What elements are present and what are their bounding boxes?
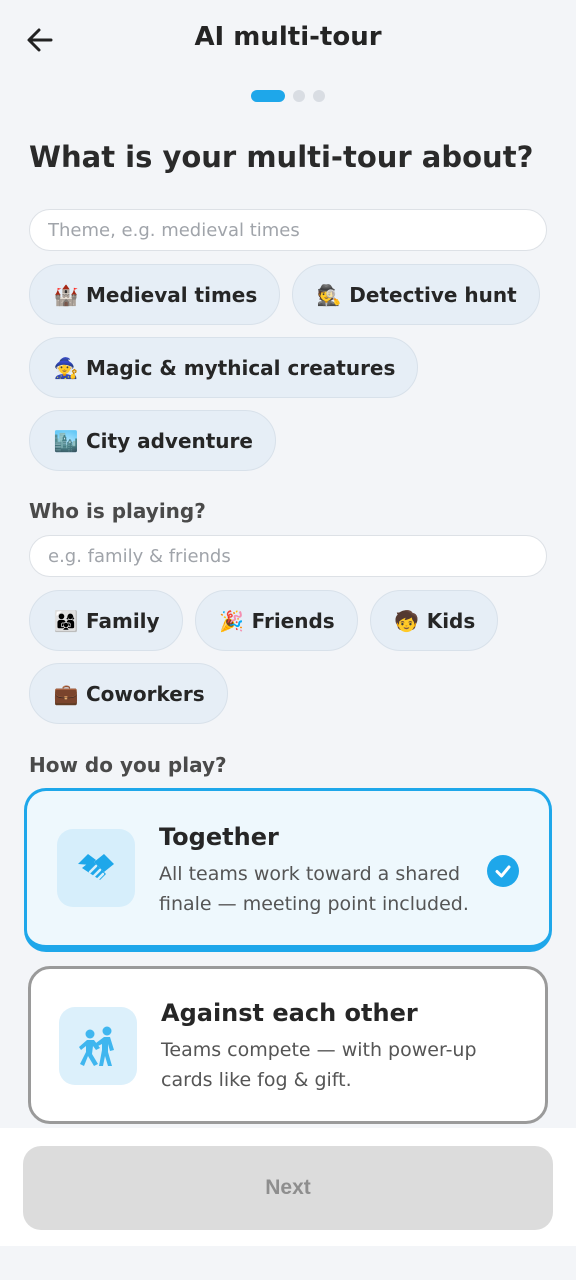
wizard-icon: 🧙 [53, 355, 79, 380]
step-dot [293, 90, 305, 102]
chip-label: Medieval times [86, 282, 258, 307]
chip-coworkers[interactable]: 💼 Coworkers [29, 663, 228, 724]
child-icon: 🧒 [394, 608, 420, 633]
option-description: Teams compete — with power-up cards like… [161, 1039, 477, 1091]
footer-bar: Next [0, 1128, 576, 1246]
chip-label: Coworkers [86, 681, 205, 706]
chip-detective-hunt[interactable]: 🕵️ Detective hunt [292, 264, 540, 325]
competing-players-icon [59, 1007, 137, 1085]
app-screen: AI multi-tour What is your multi-tour ab… [0, 0, 576, 1280]
chip-kids[interactable]: 🧒 Kids [369, 590, 499, 651]
step-indicator [0, 90, 576, 102]
handshake-icon [57, 829, 135, 907]
page-title: AI multi-tour [194, 22, 382, 52]
theme-question: What is your multi-tour about? [29, 140, 534, 174]
chip-label: Kids [426, 608, 476, 633]
briefcase-icon: 💼 [53, 681, 79, 706]
chip-label: Magic & mythical creatures [86, 355, 396, 380]
option-title: Against each other [161, 999, 418, 1027]
family-icon: 👨‍👩‍👧 [53, 608, 79, 633]
next-button[interactable]: Next [23, 1146, 553, 1230]
cityscape-icon: 🏙️ [53, 428, 79, 453]
chip-label: Friends [251, 608, 335, 633]
theme-chip-list: 🏰 Medieval times 🕵️ Detective hunt 🧙 Mag… [29, 264, 559, 471]
option-title: Together [159, 823, 279, 851]
castle-icon: 🏰 [53, 282, 79, 307]
option-description: All teams work toward a shared finale — … [159, 863, 469, 915]
check-circle-icon [487, 855, 519, 887]
theme-input[interactable] [29, 209, 547, 251]
header: AI multi-tour [0, 0, 576, 80]
chip-label: City adventure [86, 428, 253, 453]
step-dot [313, 90, 325, 102]
players-chip-list: 👨‍👩‍👧 Family 🎉 Friends 🧒 Kids 💼 Coworker… [29, 590, 559, 724]
party-popper-icon: 🎉 [219, 608, 245, 633]
chip-label: Family [86, 608, 160, 633]
play-mode-label: How do you play? [29, 753, 227, 777]
players-label: Who is playing? [29, 499, 206, 523]
chip-label: Detective hunt [349, 282, 517, 307]
chip-magic-mythical-creatures[interactable]: 🧙 Magic & mythical creatures [29, 337, 419, 398]
chip-city-adventure[interactable]: 🏙️ City adventure [29, 410, 276, 471]
step-dot-active [251, 90, 285, 102]
play-option-against-each-other[interactable]: Against each other Teams compete — with … [28, 966, 548, 1124]
chip-medieval-times[interactable]: 🏰 Medieval times [29, 264, 281, 325]
chip-friends[interactable]: 🎉 Friends [194, 590, 358, 651]
chip-family[interactable]: 👨‍👩‍👧 Family [29, 590, 183, 651]
detective-icon: 🕵️ [316, 282, 342, 307]
players-input[interactable] [29, 535, 547, 577]
play-option-together[interactable]: Together All teams work toward a shared … [24, 788, 552, 952]
